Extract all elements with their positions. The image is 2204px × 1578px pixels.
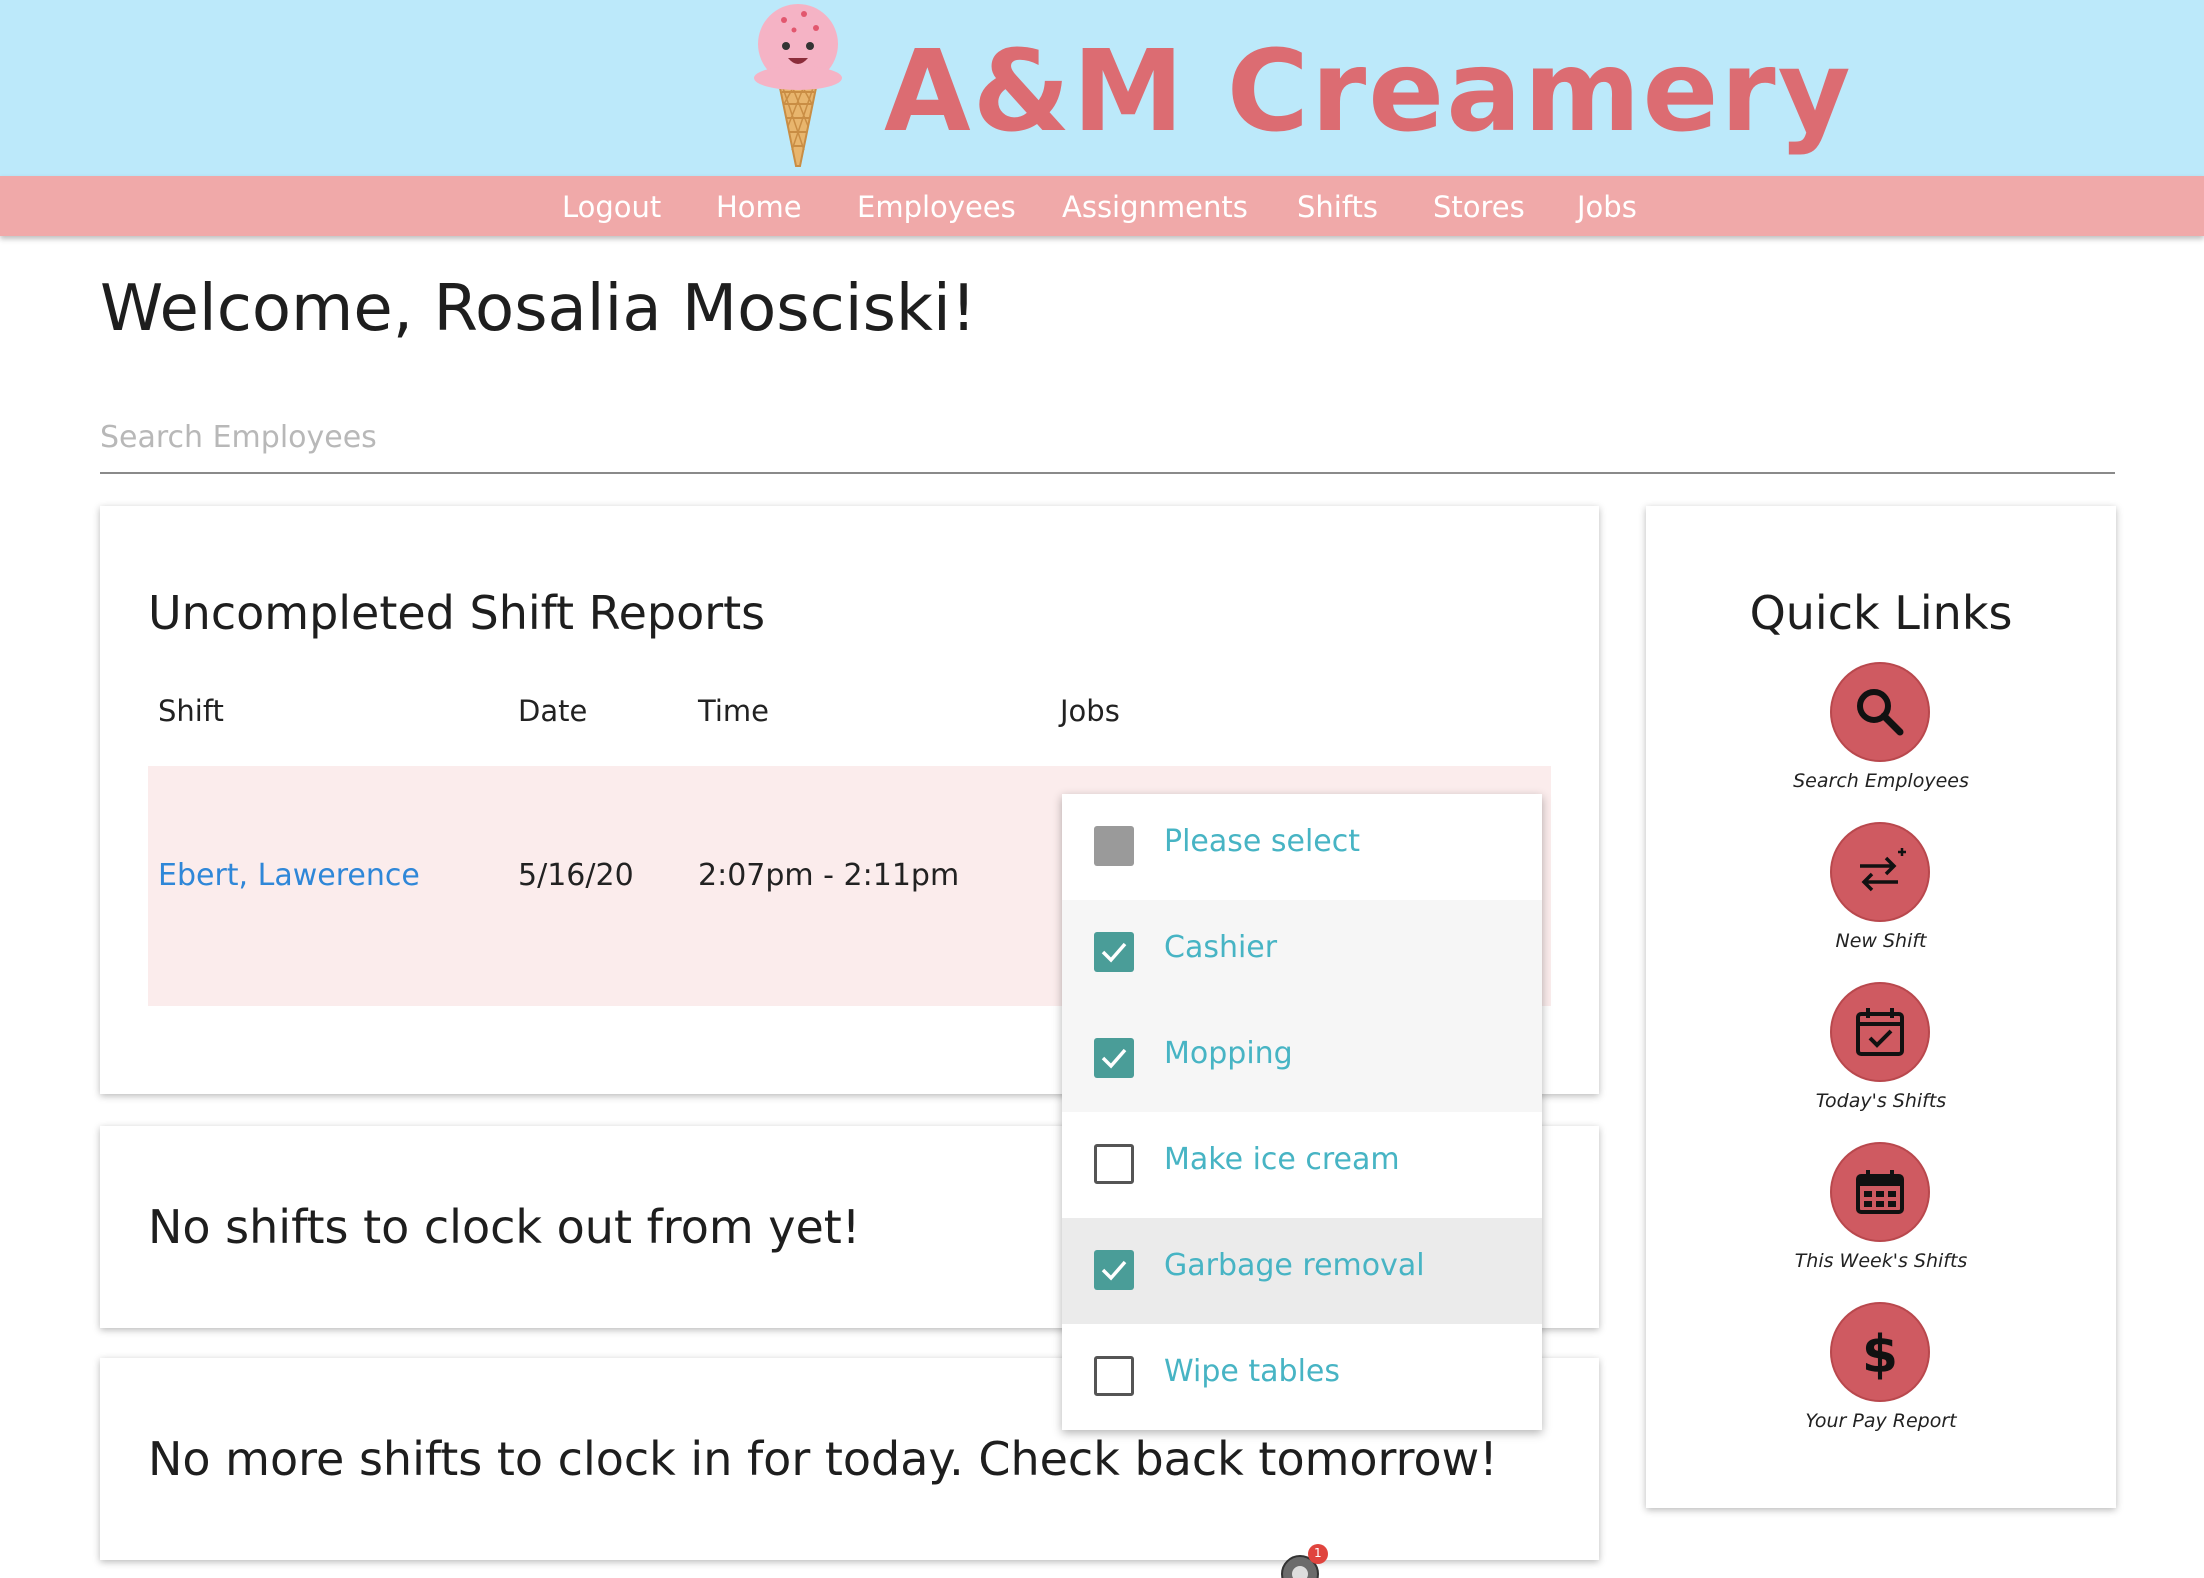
calendar-check-icon bbox=[1856, 1008, 1904, 1056]
swap-arrows-icon bbox=[1860, 848, 1906, 892]
quick-link-label: Today's Shifts bbox=[1815, 1090, 1947, 1112]
search-icon bbox=[1857, 689, 1904, 736]
job-option-cashier[interactable]: Cashier bbox=[1062, 900, 1542, 1006]
site-header: A&M Creamery bbox=[0, 0, 2204, 176]
job-option-garbage-removal[interactable]: Garbage removal bbox=[1062, 1218, 1542, 1324]
main-navbar: Logout Home Employees Assignments Shifts… bbox=[0, 176, 2204, 236]
column-header-date: Date bbox=[518, 694, 588, 728]
quick-link-label: New Shift bbox=[1835, 930, 1927, 952]
job-option-label: Please select bbox=[1164, 824, 1361, 859]
nav-logout[interactable]: Logout bbox=[562, 190, 661, 224]
brand-title: A&M Creamery bbox=[884, 27, 1853, 157]
checkbox-checked[interactable] bbox=[1094, 932, 1134, 972]
welcome-heading: Welcome, Rosalia Mosciski! bbox=[100, 272, 977, 346]
check-icon bbox=[1101, 1260, 1127, 1281]
job-option-label: Cashier bbox=[1164, 930, 1278, 965]
check-icon bbox=[1101, 942, 1127, 963]
clock-in-message: No more shifts to clock in for today. Ch… bbox=[148, 1432, 1498, 1486]
column-header-jobs: Jobs bbox=[1060, 694, 1120, 728]
checkbox-indeterminate[interactable] bbox=[1094, 826, 1134, 866]
search-employees-input[interactable] bbox=[100, 402, 2115, 474]
quick-link-label: Your Pay Report bbox=[1805, 1410, 1957, 1432]
job-option-wipe-tables[interactable]: Wipe tables bbox=[1062, 1324, 1542, 1430]
quick-link-label: This Week's Shifts bbox=[1794, 1250, 1968, 1272]
quick-link-new-shift[interactable] bbox=[1830, 822, 1930, 922]
gear-icon[interactable]: 1 bbox=[1278, 1544, 1328, 1578]
quick-link-pay-report[interactable]: $ bbox=[1830, 1302, 1930, 1402]
job-option-mopping[interactable]: Mopping bbox=[1062, 1006, 1542, 1112]
nav-shifts[interactable]: Shifts bbox=[1297, 190, 1378, 224]
nav-home[interactable]: Home bbox=[716, 190, 802, 224]
jobs-multiselect-dropdown: Please select Cashier Mopping Make ice c… bbox=[1062, 794, 1542, 1430]
nav-employees[interactable]: Employees bbox=[857, 190, 1016, 224]
svg-text:$: $ bbox=[1862, 1325, 1898, 1382]
job-option-make-ice-cream[interactable]: Make ice cream bbox=[1062, 1112, 1542, 1218]
shift-time: 2:07pm - 2:11pm bbox=[698, 858, 960, 893]
column-header-shift: Shift bbox=[158, 694, 224, 728]
quick-links-card: Quick Links Search Employees New Shift T… bbox=[1646, 506, 2116, 1508]
quick-link-this-weeks-shifts[interactable] bbox=[1830, 1142, 1930, 1242]
nav-assignments[interactable]: Assignments bbox=[1062, 190, 1248, 224]
quick-link-label: Search Employees bbox=[1793, 770, 1969, 792]
quick-link-todays-shifts[interactable] bbox=[1830, 982, 1930, 1082]
job-option-label: Make ice cream bbox=[1164, 1142, 1400, 1177]
shift-reports-title: Uncompleted Shift Reports bbox=[148, 586, 766, 640]
job-option-please-select[interactable]: Please select bbox=[1062, 794, 1542, 900]
check-icon bbox=[1101, 1048, 1127, 1069]
job-option-label: Wipe tables bbox=[1164, 1354, 1340, 1389]
checkbox-unchecked[interactable] bbox=[1094, 1356, 1134, 1396]
dollar-icon: $ bbox=[1862, 1325, 1898, 1382]
job-option-label: Mopping bbox=[1164, 1036, 1293, 1071]
ice-cream-cone-icon bbox=[754, 4, 842, 167]
job-option-label: Garbage removal bbox=[1164, 1248, 1425, 1283]
calendar-week-icon bbox=[1856, 1170, 1904, 1214]
nav-jobs[interactable]: Jobs bbox=[1577, 190, 1637, 224]
quick-link-search-employees[interactable] bbox=[1830, 662, 1930, 762]
shift-date: 5/16/20 bbox=[518, 858, 634, 893]
nav-stores[interactable]: Stores bbox=[1433, 190, 1525, 224]
checkbox-checked[interactable] bbox=[1094, 1250, 1134, 1290]
clock-out-message: No shifts to clock out from yet! bbox=[148, 1200, 861, 1254]
column-header-time: Time bbox=[698, 694, 769, 728]
checkbox-checked[interactable] bbox=[1094, 1038, 1134, 1078]
notification-badge: 1 bbox=[1314, 1546, 1322, 1560]
shift-employee-link[interactable]: Ebert, Lawerence bbox=[158, 858, 420, 893]
checkbox-unchecked[interactable] bbox=[1094, 1144, 1134, 1184]
quick-links-title: Quick Links bbox=[1749, 586, 2013, 640]
